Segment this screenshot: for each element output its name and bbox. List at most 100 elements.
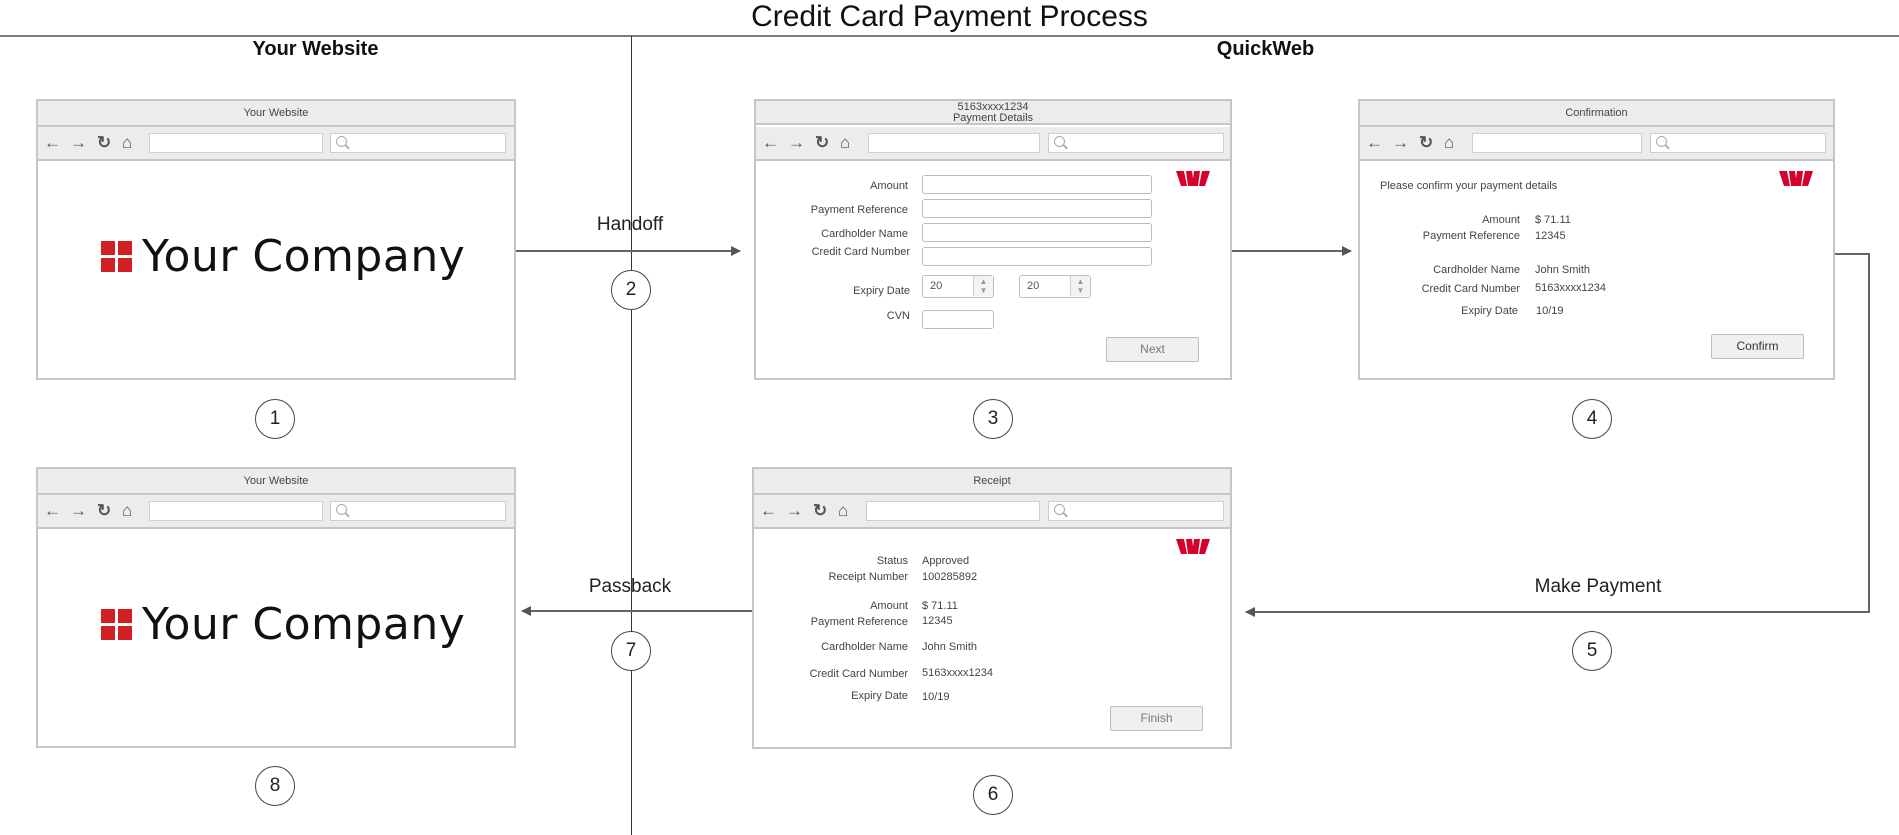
credit-card-number-input[interactable] — [922, 247, 1152, 266]
cvn-label: CVN — [886, 310, 910, 322]
url-input[interactable] — [149, 501, 323, 521]
cardholder-name-input[interactable] — [922, 223, 1152, 242]
step-2-badge: 2 — [611, 270, 651, 310]
arrow-right-icon[interactable]: → — [786, 501, 803, 521]
step-4-badge: 4 — [1572, 399, 1612, 439]
refresh-icon[interactable]: ↻ — [813, 501, 827, 521]
cardholder-name-label: Cardholder Name — [821, 228, 908, 240]
arrow-left-icon[interactable]: ← — [760, 501, 777, 521]
receipt-amount-label: Amount — [870, 600, 908, 612]
url-input[interactable] — [149, 133, 323, 153]
receipt-cardholder-name-label: Cardholder Name — [821, 641, 908, 653]
window-title: 5163xxxx1234 Payment Details — [756, 101, 1230, 125]
browser-toolbar: ← → ↻ ⌂ — [754, 495, 1230, 529]
arrow-right-icon[interactable]: → — [788, 133, 805, 153]
spinner-arrows-icon[interactable]: ▲ ▼ — [973, 276, 993, 296]
search-icon — [336, 504, 347, 515]
url-input[interactable] — [866, 501, 1040, 521]
receipt-credit-card-number-label: Credit Card Number — [809, 668, 908, 680]
spinner-arrows-icon[interactable]: ▲ ▼ — [1070, 276, 1090, 296]
cvn-input[interactable] — [922, 310, 994, 329]
browser-toolbar: ← → ↻ ⌂ — [1360, 127, 1833, 161]
refresh-icon[interactable]: ↻ — [815, 133, 829, 153]
finish-button[interactable]: Finish — [1110, 706, 1203, 731]
home-icon[interactable]: ⌂ — [122, 501, 132, 521]
search-input[interactable] — [330, 501, 506, 521]
window-title: Receipt — [754, 469, 1230, 495]
window-title: Confirmation — [1360, 101, 1833, 127]
arrow-right-icon[interactable]: → — [70, 501, 87, 521]
credit-card-number-label: Credit Card Number — [811, 246, 910, 258]
receipt-status-value: Approved — [922, 555, 970, 567]
expiry-month-spinner[interactable]: 20 ▲ ▼ — [922, 275, 994, 298]
url-input[interactable] — [1472, 133, 1642, 153]
arrow-left-icon[interactable]: ← — [44, 501, 61, 521]
arrow-left-icon[interactable]: ← — [762, 133, 779, 153]
receipt-credit-card-number-value: 5163xxxx1234 — [922, 667, 993, 679]
refresh-icon[interactable]: ↻ — [97, 501, 111, 521]
search-input[interactable] — [1650, 133, 1826, 153]
url-input[interactable] — [868, 133, 1040, 153]
window-title: Your Website — [38, 101, 514, 127]
window-title-page: Payment Details — [952, 112, 1034, 124]
arrow-left-icon[interactable]: ← — [1366, 133, 1383, 153]
amount-input[interactable] — [922, 175, 1152, 194]
expiry-year-value: 20 — [1027, 280, 1040, 292]
browser-toolbar: ← → ↻ ⌂ — [38, 495, 514, 529]
browser-toolbar: ← → ↻ ⌂ — [756, 127, 1230, 161]
receipt-number-label: Receipt Number — [828, 571, 908, 583]
arrow-left-icon[interactable]: ← — [44, 133, 61, 153]
refresh-icon[interactable]: ↻ — [97, 133, 111, 153]
arrow-right-icon[interactable]: → — [1392, 133, 1409, 153]
step-3-badge: 3 — [973, 399, 1013, 439]
home-icon[interactable]: ⌂ — [122, 133, 132, 153]
make-payment-label: Make Payment — [1534, 576, 1662, 597]
refresh-icon[interactable]: ↻ — [1419, 133, 1433, 153]
company-logo-text: Your Company — [142, 231, 466, 282]
company-logo-mark-icon — [101, 241, 132, 272]
receipt-payment-reference-label: Payment Reference — [810, 616, 908, 628]
receipt-cardholder-name-value: John Smith — [922, 641, 978, 653]
step-7-badge: 7 — [611, 631, 651, 671]
expiry-date-label: Expiry Date — [853, 285, 910, 297]
confirm-amount-label: Amount — [1482, 214, 1520, 226]
arrow-right-icon[interactable]: → — [70, 133, 87, 153]
window-title: Your Website — [38, 469, 514, 495]
payment-reference-label: Payment Reference — [810, 204, 908, 216]
receipt-expiry-date-value: 10/19 — [922, 691, 950, 703]
home-icon[interactable]: ⌂ — [838, 501, 848, 521]
home-icon[interactable]: ⌂ — [1444, 133, 1454, 153]
browser-your-website-start: Your Website ← → ↻ ⌂ Your Company — [36, 99, 516, 380]
westpac-logo-icon — [1176, 539, 1210, 554]
step-6-badge: 6 — [973, 775, 1013, 815]
payment-reference-input[interactable] — [922, 199, 1152, 218]
receipt-number-value: 100285892 — [922, 571, 978, 583]
confirm-credit-card-number-value: 5163xxxx1234 — [1535, 282, 1606, 294]
handoff-label: Handoff — [596, 214, 664, 235]
step-5-badge: 5 — [1572, 631, 1612, 671]
confirm-payment-reference-value: 12345 — [1535, 230, 1566, 242]
passback-label: Passback — [588, 576, 672, 597]
search-input[interactable] — [1048, 133, 1224, 153]
search-input[interactable] — [330, 133, 506, 153]
confirm-expiry-date-label: Expiry Date — [1461, 305, 1518, 317]
search-icon — [1054, 136, 1065, 147]
expiry-year-spinner[interactable]: 20 ▲ ▼ — [1019, 275, 1091, 298]
westpac-logo-icon — [1176, 171, 1210, 186]
home-icon[interactable]: ⌂ — [840, 133, 850, 153]
browser-payment-details: 5163xxxx1234 Payment Details ← → ↻ ⌂ Amo… — [754, 99, 1232, 380]
browser-receipt: Receipt ← → ↻ ⌂ Status Approved Receipt … — [752, 467, 1232, 749]
confirm-amount-value: $ 71.11 — [1535, 214, 1571, 226]
expiry-month-value: 20 — [930, 280, 943, 292]
company-logo-text: Your Company — [142, 599, 466, 650]
search-icon — [1054, 504, 1065, 515]
company-logo: Your Company — [101, 231, 465, 282]
confirm-credit-card-number-label: Credit Card Number — [1421, 283, 1520, 295]
confirm-payment-reference-label: Payment Reference — [1422, 230, 1520, 242]
westpac-logo-icon — [1779, 171, 1813, 186]
search-input[interactable] — [1048, 501, 1224, 521]
receipt-payment-reference-value: 12345 — [922, 615, 953, 627]
next-button[interactable]: Next — [1106, 337, 1199, 362]
step-1-badge: 1 — [255, 399, 295, 439]
confirm-button[interactable]: Confirm — [1711, 334, 1804, 359]
